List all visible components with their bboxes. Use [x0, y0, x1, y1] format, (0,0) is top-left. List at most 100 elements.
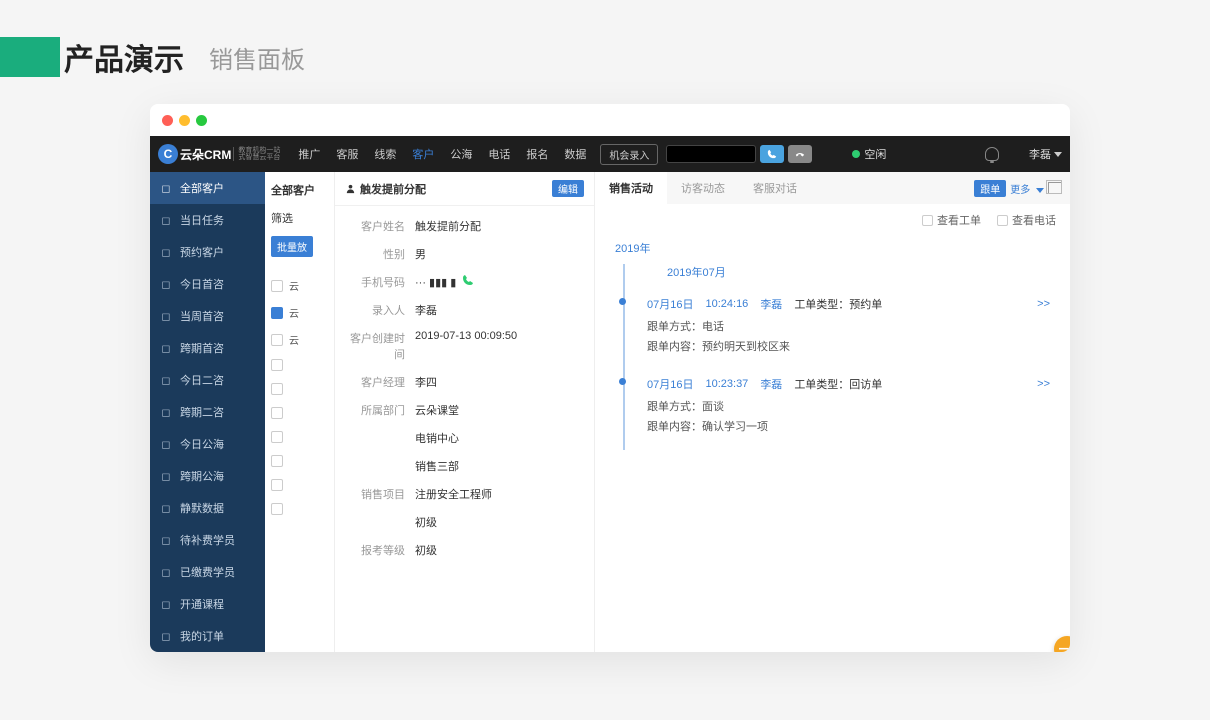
- sidebar-item-label: 全部客户: [180, 180, 224, 196]
- sidebar-item-label: 今日公海: [180, 436, 224, 452]
- field-label: 录入人: [345, 302, 415, 318]
- timeline-year: 2019年: [615, 240, 1050, 256]
- batch-release-button[interactable]: 批量放: [271, 236, 313, 257]
- table-row[interactable]: [271, 497, 328, 521]
- detail-field: 电销中心: [345, 424, 584, 452]
- sidebar-item-今日二咨[interactable]: ◻今日二咨: [150, 364, 265, 396]
- minimize-dot-icon[interactable]: [179, 115, 190, 126]
- nav-item-公海[interactable]: 公海: [442, 146, 480, 162]
- phone-call-button[interactable]: [760, 145, 784, 163]
- table-row[interactable]: 云: [271, 299, 328, 326]
- table-row[interactable]: [271, 473, 328, 497]
- page-subtitle: 销售面板: [209, 40, 305, 75]
- sidebar-item-当日任务[interactable]: ◻当日任务: [150, 204, 265, 236]
- logo[interactable]: C 云朵CRM 教育机构一站 式智慧云平台: [158, 144, 280, 164]
- view-calls-checkbox[interactable]: 查看电话: [997, 212, 1056, 228]
- sidebar-item-跨期首咨[interactable]: ◻跨期首咨: [150, 332, 265, 364]
- row-checkbox[interactable]: [271, 503, 283, 515]
- field-value: 云朵课堂: [415, 402, 584, 418]
- sidebar-item-已缴费学员[interactable]: ◻已缴费学员: [150, 556, 265, 588]
- sidebar-item-跨期二咨[interactable]: ◻跨期二咨: [150, 396, 265, 428]
- phone-icon[interactable]: [462, 275, 474, 289]
- timeline-line: [623, 264, 625, 450]
- logo-subtitle: 教育机构一站 式智慧云平台: [233, 147, 280, 161]
- sidebar-item-待补费学员[interactable]: ◻待补费学员: [150, 524, 265, 556]
- table-row[interactable]: [271, 449, 328, 473]
- activity-tabs: 销售活动访客动态客服对话 跟单 更多: [595, 172, 1070, 204]
- more-link[interactable]: 更多: [1010, 181, 1044, 196]
- nav-item-数据[interactable]: 数据: [556, 146, 594, 162]
- nav-item-客服[interactable]: 客服: [328, 146, 366, 162]
- nav-item-推广[interactable]: 推广: [290, 146, 328, 162]
- row-checkbox[interactable]: [271, 307, 283, 319]
- maximize-dot-icon[interactable]: [196, 115, 207, 126]
- tab-客服对话[interactable]: 客服对话: [739, 172, 811, 204]
- row-checkbox[interactable]: [271, 383, 283, 395]
- sidebar: ◻全部客户◻当日任务◻预约客户◻今日首咨◻当周首咨◻跨期首咨◻今日二咨◻跨期二咨…: [150, 172, 265, 652]
- sidebar-item-跨期公海[interactable]: ◻跨期公海: [150, 460, 265, 492]
- sea-icon: ◻: [160, 470, 172, 482]
- field-label: 客户创建时间: [345, 330, 415, 362]
- status-indicator[interactable]: 空闲: [852, 146, 886, 162]
- notification-bell-icon[interactable]: [985, 147, 999, 161]
- paid-icon: ◻: [160, 566, 172, 578]
- sidebar-item-全部客户[interactable]: ◻全部客户: [150, 172, 265, 204]
- tab-访客动态[interactable]: 访客动态: [667, 172, 739, 204]
- view-tickets-checkbox[interactable]: 查看工单: [922, 212, 981, 228]
- sidebar-item-label: 当日任务: [180, 212, 224, 228]
- field-label: [345, 514, 415, 530]
- sidebar-item-今日公海[interactable]: ◻今日公海: [150, 428, 265, 460]
- field-label: [345, 430, 415, 446]
- popout-icon[interactable]: [1048, 182, 1062, 194]
- sidebar-item-label: 静默数据: [180, 500, 224, 516]
- nav-item-线索[interactable]: 线索: [366, 146, 404, 162]
- expand-link[interactable]: >>: [1037, 298, 1050, 310]
- row-checkbox[interactable]: [271, 479, 283, 491]
- order-icon: ◻: [160, 630, 172, 642]
- top-nav: C 云朵CRM 教育机构一站 式智慧云平台 推广客服线索客户公海电话报名数据 机…: [150, 136, 1070, 172]
- timeline-entry: 07月16日10:23:37李磊工单类型：回访单>>跟单方式：面谈跟单内容：确认…: [641, 370, 1050, 450]
- list-title: 全部客户: [271, 182, 328, 198]
- person-icon: ◻: [160, 246, 172, 258]
- close-dot-icon[interactable]: [162, 115, 173, 126]
- filter-label[interactable]: 筛选: [271, 210, 328, 226]
- opportunity-entry-button[interactable]: 机会录入: [600, 144, 658, 165]
- row-checkbox[interactable]: [271, 407, 283, 419]
- phone-hangup-button[interactable]: [788, 145, 812, 163]
- chat-icon: ◻: [160, 374, 172, 386]
- table-row[interactable]: [271, 401, 328, 425]
- entry-date: 07月16日: [647, 376, 693, 392]
- table-row[interactable]: [271, 377, 328, 401]
- nav-item-报名[interactable]: 报名: [518, 146, 556, 162]
- table-row[interactable]: 云: [271, 272, 328, 299]
- row-checkbox[interactable]: [271, 280, 283, 292]
- row-checkbox[interactable]: [271, 334, 283, 346]
- sidebar-item-我的订单[interactable]: ◻我的订单: [150, 620, 265, 652]
- sidebar-item-预约客户[interactable]: ◻预约客户: [150, 236, 265, 268]
- table-row[interactable]: 云: [271, 326, 328, 353]
- detail-field: 手机号码··· ▮▮▮ ▮: [345, 268, 584, 296]
- row-checkbox[interactable]: [271, 359, 283, 371]
- follow-button[interactable]: 跟单: [974, 180, 1006, 197]
- user-menu[interactable]: 李磊: [1029, 146, 1062, 162]
- row-checkbox[interactable]: [271, 455, 283, 467]
- nav-item-客户[interactable]: 客户: [404, 146, 442, 162]
- detail-field: 报考等级初级: [345, 536, 584, 564]
- chat-icon: ◻: [160, 406, 172, 418]
- edit-button[interactable]: 编辑: [552, 180, 584, 197]
- table-row[interactable]: [271, 353, 328, 377]
- sidebar-item-当周首咨[interactable]: ◻当周首咨: [150, 300, 265, 332]
- nav-item-电话[interactable]: 电话: [480, 146, 518, 162]
- search-input[interactable]: [666, 145, 756, 163]
- expand-link[interactable]: >>: [1037, 378, 1050, 390]
- field-value: 初级: [415, 542, 584, 558]
- sidebar-item-静默数据[interactable]: ◻静默数据: [150, 492, 265, 524]
- tab-销售活动[interactable]: 销售活动: [595, 172, 667, 204]
- sidebar-item-今日首咨[interactable]: ◻今日首咨: [150, 268, 265, 300]
- field-value: 注册安全工程师: [415, 486, 584, 502]
- app-body: ◻全部客户◻当日任务◻预约客户◻今日首咨◻当周首咨◻跨期首咨◻今日二咨◻跨期二咨…: [150, 172, 1070, 652]
- sidebar-item-开通课程[interactable]: ◻开通课程: [150, 588, 265, 620]
- table-row[interactable]: [271, 425, 328, 449]
- row-checkbox[interactable]: [271, 431, 283, 443]
- entry-time: 10:24:16: [705, 298, 748, 310]
